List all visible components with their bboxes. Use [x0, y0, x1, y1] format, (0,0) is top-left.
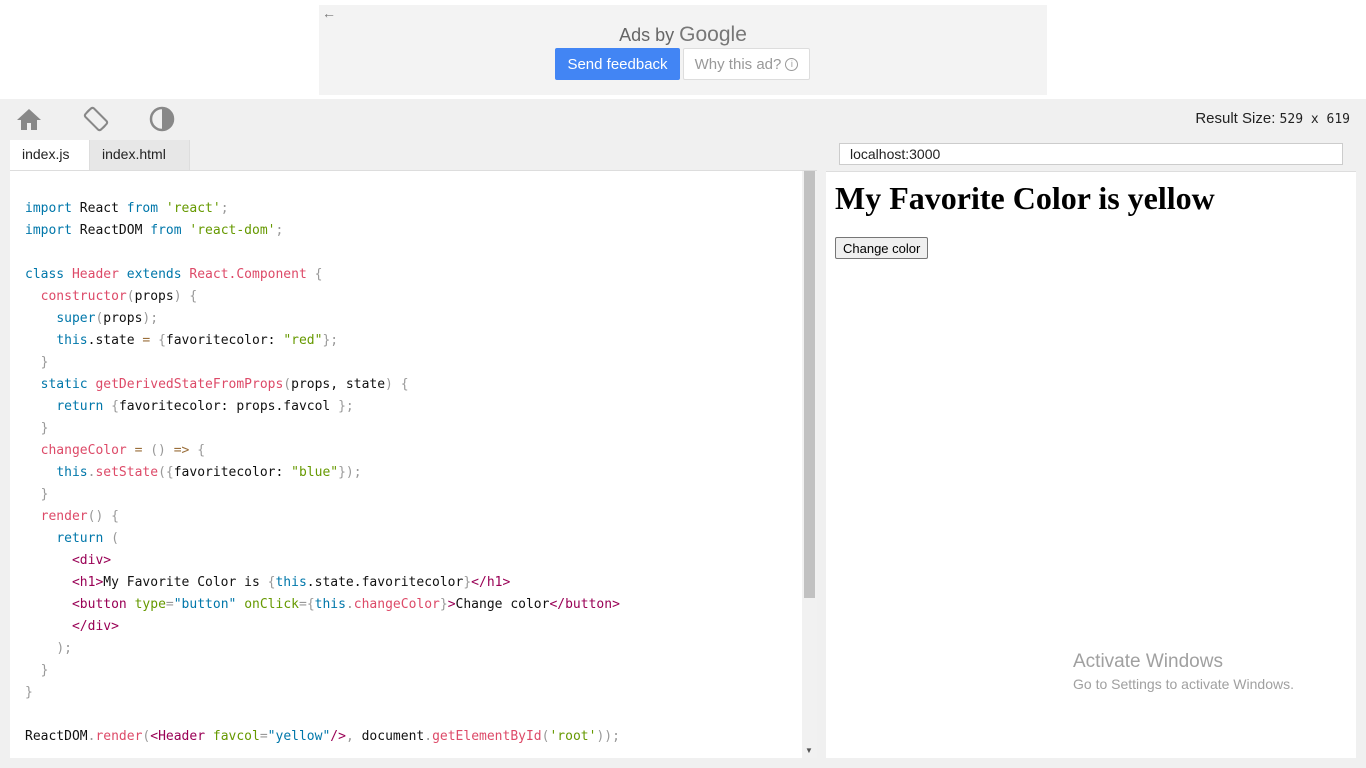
- tab-index-html[interactable]: index.html: [90, 140, 190, 170]
- code-line: return (: [56, 531, 119, 546]
- rotate-icon[interactable]: [82, 105, 110, 133]
- activate-windows-watermark: Activate Windows Go to Settings to activ…: [1073, 651, 1294, 692]
- code-line: }: [40, 663, 49, 678]
- code-line: super(props);: [56, 311, 159, 326]
- scroll-down-arrow-icon[interactable]: ▼: [805, 746, 813, 755]
- tab-index-js[interactable]: index.js: [10, 140, 90, 170]
- code-line: this.setState({favoritecolor: "blue"});: [56, 465, 362, 480]
- code-line: this.state = {favoritecolor: "red"};: [56, 333, 339, 348]
- code-line: <div>: [71, 553, 112, 568]
- ads-by-label: Ads by: [619, 25, 675, 45]
- file-tabs: index.js index.html: [10, 140, 817, 171]
- contrast-icon[interactable]: [148, 105, 176, 133]
- code-line: }: [40, 355, 49, 370]
- code-line: <h1>My Favorite Color is {this.state.fav…: [71, 575, 511, 590]
- code-content[interactable]: import React from 'react'; import ReactD…: [25, 198, 620, 748]
- why-this-ad-label: Why this ad?: [694, 55, 782, 73]
- change-color-button[interactable]: Change color: [835, 237, 929, 259]
- result-size-value: 529 x 619: [1279, 112, 1350, 127]
- ad-banner: ← Ads by Google Send feedback Why this a…: [0, 0, 1366, 99]
- url-bar: [826, 140, 1356, 172]
- google-logo: Google: [679, 23, 747, 46]
- ads-by-google: Ads by Google: [319, 23, 1047, 47]
- code-line: ReactDOM.render(<Header favcol="yellow"/…: [25, 729, 620, 744]
- result-size-label: Result Size:: [1195, 110, 1276, 127]
- code-line: }: [40, 487, 49, 502]
- result-heading: My Favorite Color is yellow: [835, 180, 1215, 216]
- code-line: import ReactDOM from 'react-dom';: [25, 223, 284, 238]
- send-feedback-button[interactable]: Send feedback: [555, 48, 680, 80]
- code-line: import React from 'react';: [25, 201, 229, 216]
- why-this-ad-button[interactable]: Why this ad? i: [683, 48, 810, 80]
- code-line: static getDerivedStateFromProps(props, s…: [40, 377, 409, 392]
- ad-back-arrow-icon[interactable]: ←: [322, 5, 336, 21]
- watermark-subtitle: Go to Settings to activate Windows.: [1073, 676, 1294, 692]
- code-line: </div>: [71, 619, 119, 634]
- info-icon: i: [785, 58, 799, 72]
- editor-scrollbar[interactable]: ▼: [802, 171, 817, 758]
- code-line: }: [25, 685, 33, 700]
- home-icon[interactable]: [15, 105, 43, 133]
- scrollbar-thumb[interactable]: [804, 171, 815, 598]
- code-line: class Header extends React.Component {: [25, 267, 323, 282]
- toolbar: Result Size: 529 x 619: [0, 99, 1366, 139]
- code-line: }: [40, 421, 49, 436]
- result-size: Result Size: 529 x 619: [1195, 110, 1350, 127]
- code-line: return {favoritecolor: props.favcol };: [56, 399, 354, 414]
- ad-box: ← Ads by Google Send feedback Why this a…: [319, 5, 1047, 95]
- code-line: <button type="button" onClick={this.chan…: [71, 597, 620, 612]
- code-line: );: [56, 641, 72, 656]
- code-line: constructor(props) {: [40, 289, 198, 304]
- code-line: changeColor = () => {: [40, 443, 206, 458]
- url-input[interactable]: [839, 143, 1343, 165]
- code-editor: index.js index.html import React from 'r…: [10, 140, 817, 758]
- code-line: render() {: [40, 509, 119, 524]
- watermark-title: Activate Windows: [1073, 651, 1223, 672]
